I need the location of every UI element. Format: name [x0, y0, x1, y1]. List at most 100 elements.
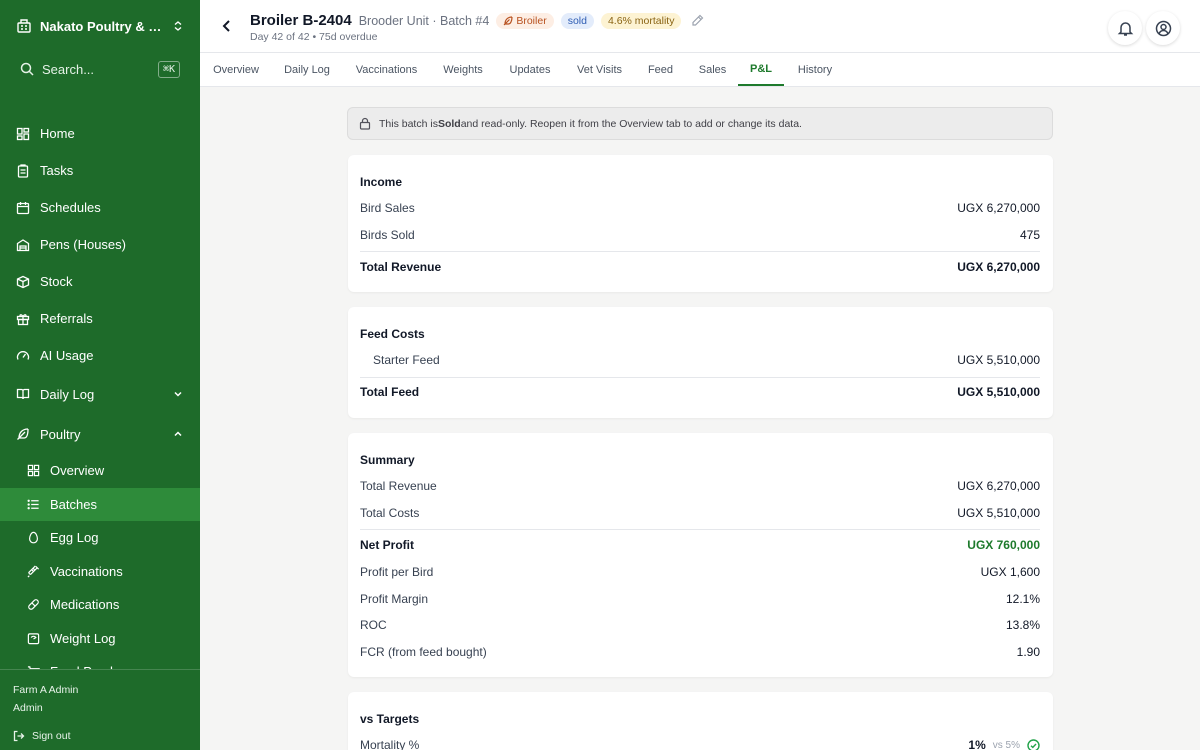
summary-card: Summary Total Revenue UGX 6,270,000 Tota…: [348, 433, 1053, 677]
sidebar-item-label: Referrals: [40, 311, 93, 326]
tab-history[interactable]: History: [784, 53, 846, 86]
sidebar-group-daily-log[interactable]: Daily Log: [0, 374, 200, 414]
feed-costs-card: Feed Costs Starter Feed UGX 5,510,000 To…: [348, 307, 1053, 418]
target-comparison: vs 5%: [992, 739, 1020, 750]
org-switcher[interactable]: Nakato Poultry & Dairy: [0, 0, 200, 52]
sidebar-item-label: Tasks: [40, 163, 74, 178]
table-row: Bird Sales UGX 6,270,000: [360, 195, 1040, 222]
sidebar-item-schedules[interactable]: Schedules: [0, 189, 200, 226]
row-label: ROC: [360, 618, 387, 633]
breed-badge-label: Broiler: [516, 14, 547, 27]
clipboard-icon: [17, 163, 29, 178]
tab-pnl[interactable]: P&L: [738, 53, 784, 86]
sign-out-button[interactable]: Sign out: [13, 730, 187, 742]
row-label: Total Costs: [360, 505, 420, 520]
egg-icon: [28, 532, 39, 544]
lock-icon: [359, 117, 371, 130]
sidebar-subitem-egg-log[interactable]: Egg Log: [0, 521, 200, 555]
check-circle-icon: [1027, 739, 1040, 750]
sidebar-group-poultry[interactable]: Poultry: [0, 414, 200, 454]
notifications-button[interactable]: [1108, 11, 1142, 45]
sidebar-item-label: Home: [40, 126, 75, 141]
logout-icon: [13, 730, 25, 742]
sidebar-subitem-label: Vaccinations: [50, 563, 123, 579]
sidebar-item-ai-usage[interactable]: AI Usage: [0, 337, 200, 374]
sidebar-subitem-weight-log[interactable]: Weight Log: [0, 622, 200, 656]
row-label: Profit per Bird: [360, 565, 434, 580]
card-title: vs Targets: [360, 712, 420, 726]
tab-sales[interactable]: Sales: [687, 53, 738, 86]
sign-out-label: Sign out: [32, 730, 71, 742]
warehouse-icon: [16, 238, 30, 251]
sidebar-subitem-label: Overview: [50, 463, 105, 479]
user-role: Admin: [13, 702, 43, 714]
row-value: 475: [1019, 227, 1040, 242]
box-icon: [16, 275, 30, 288]
sidebar-subitem-batches[interactable]: Batches: [0, 487, 200, 521]
notice-text-rest: and read-only. Reopen it from the Overvi…: [460, 117, 802, 130]
tab-daily-log[interactable]: Daily Log: [272, 53, 342, 86]
book-icon: [16, 388, 30, 400]
sidebar-subitem-label: Batches: [50, 496, 97, 512]
account-button[interactable]: [1146, 11, 1180, 45]
sidebar-item-tasks[interactable]: Tasks: [0, 152, 200, 189]
sidebar-item-stock[interactable]: Stock: [0, 263, 200, 300]
tab-vaccinations[interactable]: Vaccinations: [342, 53, 431, 86]
tab-updates[interactable]: Updates: [495, 53, 565, 86]
org-name: Nakato Poultry & Dairy: [40, 18, 166, 34]
targets-card: vs Targets Mortality % 1% vs 5%: [348, 692, 1053, 750]
notice-text: This batch is: [379, 117, 438, 130]
tab-vet-visits[interactable]: Vet Visits: [565, 53, 634, 86]
back-arrow-icon[interactable]: [220, 18, 234, 34]
total-row: Total Feed UGX 5,510,000: [360, 376, 1040, 407]
row-value: 12.1%: [1005, 591, 1040, 606]
row-label: Birds Sold: [360, 227, 415, 242]
row-label: FCR (from feed bought): [360, 644, 487, 659]
row-value: 1.90: [1016, 644, 1040, 659]
sidebar-item-label: AI Usage: [40, 348, 94, 363]
search-input[interactable]: Search... ⌘K: [10, 54, 190, 84]
sidebar-subitem-medications[interactable]: Medications: [0, 588, 200, 622]
gift-icon: [16, 313, 30, 325]
sidebar-subitem-vaccinations[interactable]: Vaccinations: [0, 555, 200, 589]
table-row: Profit Margin 12.1%: [360, 586, 1040, 613]
page-subtitle: Brooder Unit · Batch #4: [358, 13, 490, 28]
card-title: Feed Costs: [360, 327, 425, 341]
net-profit-row: Net Profit UGX 760,000: [360, 529, 1040, 559]
notice-status: Sold: [437, 117, 461, 130]
row-label: Total Revenue: [360, 479, 437, 494]
sidebar-group-label: Daily Log: [40, 386, 95, 402]
income-card: Income Bird Sales UGX 6,270,000 Birds So…: [348, 155, 1053, 292]
pencil-icon[interactable]: [691, 14, 704, 27]
home-grid-icon: [16, 127, 30, 140]
user-circle-icon: [1155, 20, 1171, 36]
row-label: Bird Sales: [360, 201, 415, 216]
tab-feed[interactable]: Feed: [634, 53, 687, 86]
gauge-icon: [16, 350, 30, 360]
sidebar-subitem-label: Medications: [50, 597, 120, 613]
sidebar-footer: Farm A Admin Admin Sign out: [0, 669, 200, 750]
row-value: 13.8%: [1005, 618, 1040, 633]
calendar-icon: [16, 201, 30, 214]
tab-overview[interactable]: Overview: [200, 53, 272, 86]
row-value: UGX 1,600: [980, 565, 1040, 580]
pill-icon: [28, 599, 39, 611]
table-row: Mortality % 1% vs 5%: [360, 732, 1040, 750]
search-shortcut: ⌘K: [157, 60, 180, 78]
actual-value: 1%: [968, 738, 986, 750]
sidebar-item-home[interactable]: Home: [0, 115, 200, 152]
sidebar-nav: Home Tasks Schedules Pens (Houses) Stock…: [0, 115, 200, 689]
target-value: 1% vs 5%: [968, 738, 1040, 750]
table-row: Birds Sold 475: [360, 222, 1040, 249]
table-row: Starter Feed UGX 5,510,000: [360, 347, 1040, 374]
user-name: Farm A Admin: [13, 684, 79, 696]
sidebar-item-referrals[interactable]: Referrals: [0, 300, 200, 337]
chevron-up-icon: [174, 431, 182, 437]
tab-weights[interactable]: Weights: [431, 53, 495, 86]
sidebar-group-label: Poultry: [40, 426, 81, 442]
sidebar: Nakato Poultry & Dairy Search... ⌘K Home…: [0, 0, 200, 750]
pnl-content: This batch is Sold and read-only. Reopen…: [200, 88, 1200, 750]
sidebar-subitem-label: Weight Log: [50, 630, 116, 646]
sidebar-item-pens[interactable]: Pens (Houses): [0, 226, 200, 263]
sidebar-subitem-overview[interactable]: Overview: [0, 454, 200, 488]
